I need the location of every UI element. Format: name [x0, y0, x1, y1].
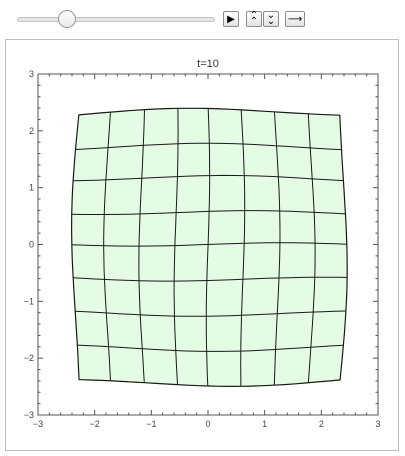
plot-title: t=10 — [197, 58, 219, 70]
x-tick-label: 1 — [262, 419, 267, 429]
y-tick-label: −2 — [24, 353, 34, 363]
x-tick-label: −2 — [90, 419, 100, 429]
x-tick-label: 2 — [319, 419, 324, 429]
y-tick-label: 2 — [29, 126, 34, 136]
y-tick-label: 3 — [29, 69, 34, 79]
x-tick-label: 0 — [205, 419, 210, 429]
y-tick-label: −3 — [24, 410, 34, 420]
deformation-plot: t=10 −3 −2 −1 0 1 2 3 −3 −2 −1 0 1 2 3 — [24, 58, 381, 429]
y-tick-label: 0 — [29, 240, 34, 250]
x-tick-label: 3 — [375, 419, 380, 429]
x-tick-label: −3 — [33, 419, 43, 429]
x-tick-label: −1 — [146, 419, 156, 429]
y-tick-label: 1 — [29, 183, 34, 193]
y-tick-label: −1 — [24, 296, 34, 306]
deformed-mesh — [70, 107, 348, 388]
